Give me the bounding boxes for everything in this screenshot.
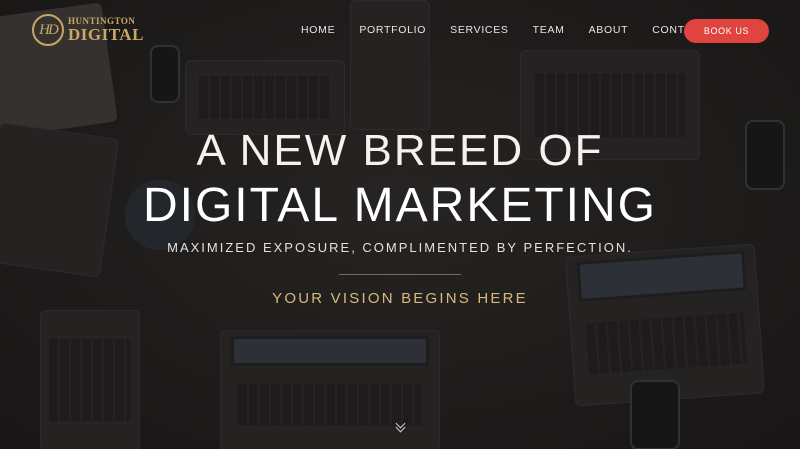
hero-subtitle: MAXIMIZED EXPOSURE, COMPLIMENTED BY PERF… <box>167 240 633 255</box>
double-chevron-down-icon[interactable] <box>392 418 408 441</box>
hero-headline-line1: A NEW BREED OF <box>196 126 604 175</box>
hero-divider <box>339 274 461 275</box>
hero-headline-line2: DIGITAL MARKETING <box>142 179 658 232</box>
hero-tagline: YOUR VISION BEGINS HERE <box>272 290 528 307</box>
hero-section: A NEW BREED OF DIGITAL MARKETING MAXIMIZ… <box>0 0 800 449</box>
